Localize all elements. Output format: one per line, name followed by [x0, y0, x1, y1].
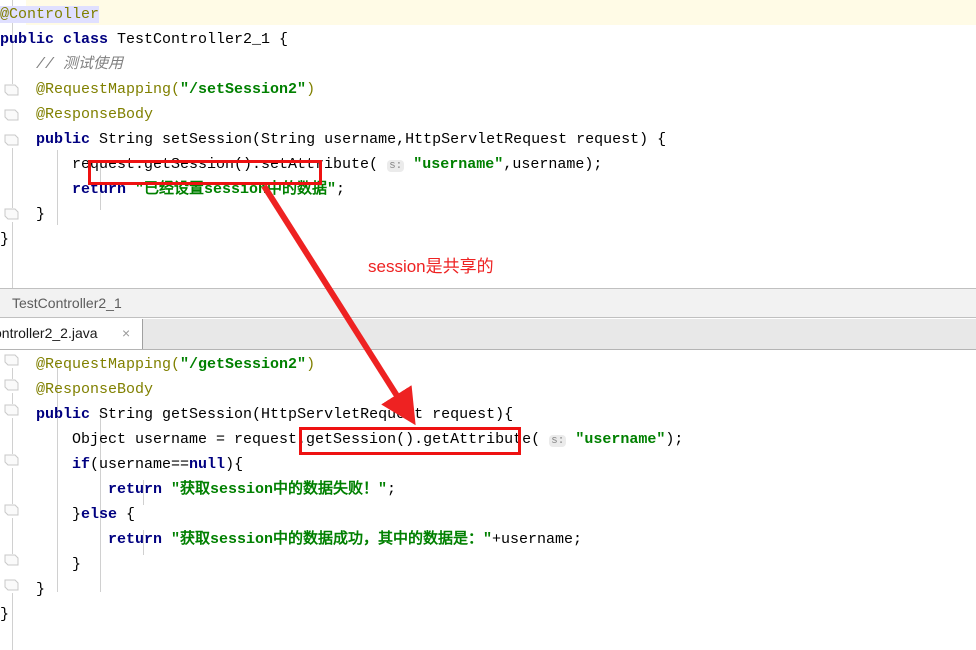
code-line: public class TestController2_1 {: [0, 27, 976, 52]
code-token: s:: [549, 435, 567, 447]
code-token: "username": [575, 431, 666, 448]
code-text-bottom[interactable]: @RequestMapping("/getSession2") @Respons…: [0, 350, 976, 650]
code-token: return: [0, 181, 136, 198]
code-token: s:: [387, 160, 405, 172]
code-token: @RequestMapping(: [0, 356, 181, 373]
code-token: (username==: [90, 456, 190, 473]
code-line: }: [0, 202, 976, 227]
code-token: {: [126, 506, 136, 523]
code-token: ;: [336, 181, 346, 198]
code-token: TestController2_1 {: [117, 31, 289, 48]
code-token: null: [189, 456, 226, 473]
code-line: // 测试使用: [0, 52, 976, 77]
code-token: @ResponseBody: [0, 381, 154, 398]
code-token: request.getSession().setAttribute(: [0, 156, 388, 173]
code-line: @RequestMapping("/getSession2"): [0, 352, 976, 377]
code-token: ,username);: [503, 156, 603, 173]
code-text-top[interactable]: @Controller public class TestController2_…: [0, 0, 976, 288]
code-token: "/getSession2": [180, 356, 307, 373]
code-token: String setSession(String username,HttpSe…: [99, 131, 667, 148]
code-line: return "获取session中的数据失败！";: [0, 477, 976, 502]
code-line: public String setSession(String username…: [0, 127, 976, 152]
code-token: ;: [387, 481, 397, 498]
code-line: }: [0, 577, 976, 602]
code-token: ): [306, 81, 316, 98]
code-token: ){: [225, 456, 244, 473]
code-line: }: [0, 602, 976, 627]
breadcrumb-bar[interactable]: TestController2_1: [0, 288, 976, 318]
code-line: @ResponseBody: [0, 102, 976, 127]
code-token: +username;: [492, 531, 583, 548]
code-token: return: [0, 531, 172, 548]
editor-tab-bar[interactable]: ontroller2_2.java ×: [0, 319, 976, 350]
editor-window: @Controller public class TestController2_…: [0, 0, 976, 650]
code-token: @ResponseBody: [0, 106, 154, 123]
code-token: "username": [413, 156, 504, 173]
code-token: Object username = request.getSession().g…: [0, 431, 550, 448]
code-token: public: [0, 31, 64, 48]
code-line: return "获取session中的数据成功，其中的数据是："+usernam…: [0, 527, 976, 552]
code-line: }: [0, 552, 976, 577]
close-icon[interactable]: ×: [122, 325, 130, 341]
code-line: @Controller: [0, 2, 976, 27]
code-token: @RequestMapping(: [0, 81, 181, 98]
code-line: Object username = request.getSession().g…: [0, 427, 976, 452]
code-token: }: [0, 231, 10, 248]
tab-testcontroller2-2-java[interactable]: ontroller2_2.java ×: [0, 319, 143, 349]
code-line: }: [0, 227, 976, 252]
editor-pane-bottom[interactable]: @RequestMapping("/getSession2") @Respons…: [0, 350, 976, 650]
code-token: String getSession(HttpServletRequest req…: [99, 406, 514, 423]
code-line: @RequestMapping("/setSession2"): [0, 77, 976, 102]
code-token: public: [0, 406, 100, 423]
code-token: class: [63, 31, 118, 48]
code-token: if: [0, 456, 91, 473]
code-token: "获取session中的数据成功，其中的数据是：": [171, 531, 493, 548]
code-token: @Controller: [0, 6, 100, 23]
code-line: public String getSession(HttpServletRequ…: [0, 402, 976, 427]
code-token: "获取session中的数据失败！": [171, 481, 388, 498]
code-token: );: [665, 431, 684, 448]
editor-pane-top[interactable]: @Controller public class TestController2_…: [0, 0, 976, 288]
code-token: }: [0, 556, 82, 573]
code-line: }else {: [0, 502, 976, 527]
code-token: else: [81, 506, 127, 523]
code-line: request.getSession().setAttribute( s: "u…: [0, 152, 976, 177]
code-token: "/setSession2": [180, 81, 307, 98]
code-token: }: [0, 581, 46, 598]
code-token: public: [0, 131, 100, 148]
code-token: // 测试使用: [0, 56, 124, 73]
code-line: @ResponseBody: [0, 377, 976, 402]
code-token: }: [0, 506, 82, 523]
code-token: ): [306, 356, 316, 373]
code-line: if(username==null){: [0, 452, 976, 477]
code-token: "已经设置session中的数据": [135, 181, 337, 198]
tab-label: ontroller2_2.java: [0, 325, 98, 341]
code-token: }: [0, 206, 46, 223]
code-token: return: [0, 481, 172, 498]
breadcrumb[interactable]: TestController2_1: [12, 295, 122, 311]
code-line: return "已经设置session中的数据";: [0, 177, 976, 202]
code-token: }: [0, 606, 10, 623]
